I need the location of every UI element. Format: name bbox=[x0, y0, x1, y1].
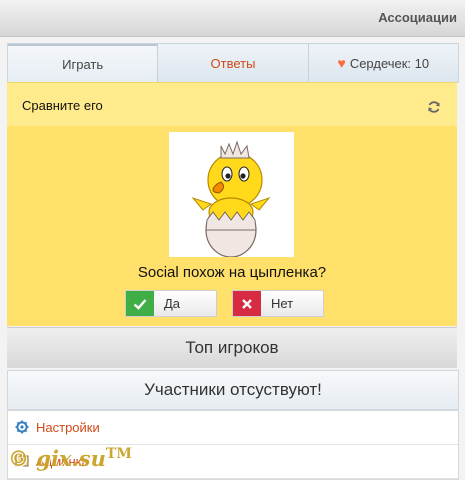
no-button[interactable]: Нет bbox=[232, 290, 324, 317]
watermark-text: © gix.su bbox=[8, 446, 106, 471]
heart-icon: ♥ bbox=[337, 55, 346, 71]
header-title: Ассоциации bbox=[378, 10, 457, 25]
yes-button-label: Да bbox=[164, 296, 181, 311]
top-players-header: Топ игроков bbox=[7, 327, 457, 368]
question-text: Social похож на цыпленка? bbox=[137, 264, 327, 281]
menu-item-settings[interactable]: Настройки bbox=[8, 411, 458, 445]
tab-hearts[interactable]: ♥ Сердечек: 10 bbox=[309, 44, 458, 82]
tab-hearts-label: Сердечек: 10 bbox=[349, 55, 430, 71]
check-icon bbox=[126, 291, 154, 316]
tab-play[interactable]: Играть bbox=[8, 44, 159, 82]
tab-bar: Играть Ответы ♥ Сердечек: 10 bbox=[7, 43, 459, 83]
empty-message: Участники отсуствуют! bbox=[144, 380, 322, 399]
yes-button[interactable]: Да bbox=[125, 290, 217, 317]
top-players-empty: Участники отсуствуют! bbox=[7, 370, 459, 410]
menu-label-settings: Настройки bbox=[36, 420, 100, 435]
gear-icon bbox=[15, 420, 29, 434]
refresh-icon[interactable] bbox=[427, 100, 441, 114]
app-header: Ассоциации bbox=[0, 0, 465, 37]
tab-answers-label: Ответы bbox=[210, 55, 256, 71]
chick-image bbox=[169, 132, 294, 258]
question-panel: Social похож на цыпленка? Да Нет bbox=[7, 126, 457, 326]
question-bar: Сравните его bbox=[7, 82, 457, 127]
tab-play-label: Играть bbox=[62, 56, 104, 72]
top-players-title: Топ игроков bbox=[185, 338, 279, 357]
no-button-label: Нет bbox=[271, 296, 294, 311]
watermark: © gix.suTM bbox=[8, 446, 132, 471]
watermark-mark: TM bbox=[105, 446, 132, 462]
tab-answers[interactable]: Ответы bbox=[158, 44, 309, 82]
question-prompt: Сравните его bbox=[22, 98, 103, 113]
close-icon bbox=[233, 291, 261, 316]
